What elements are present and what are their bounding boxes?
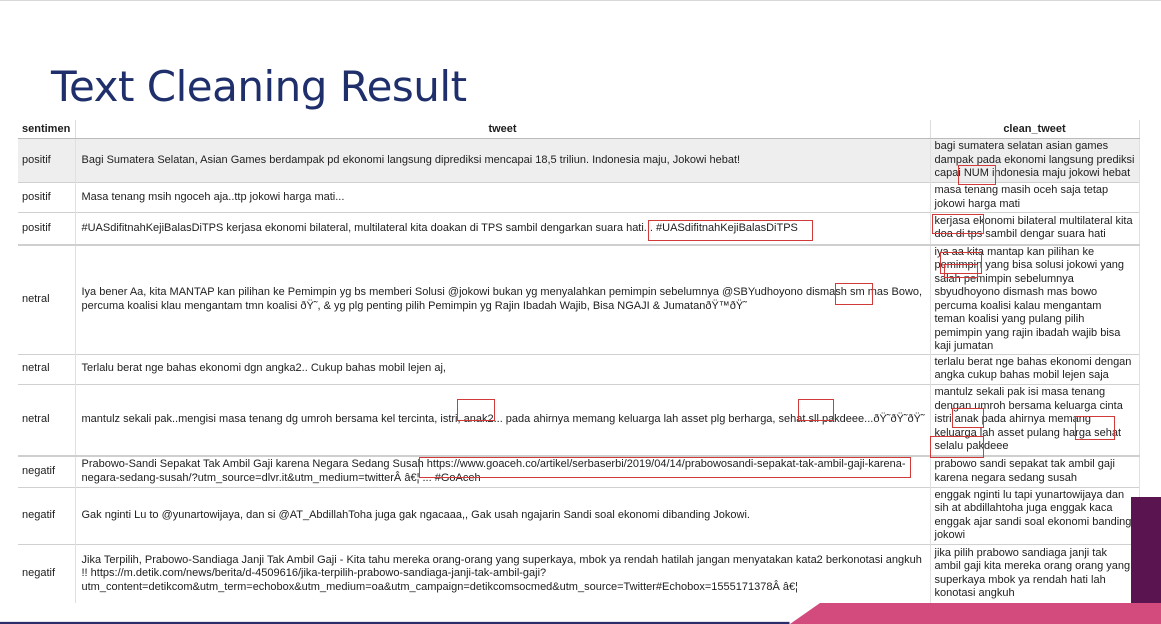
cell-clean-tweet: jika pilih prabowo sandiaga janji tak am… [930,543,1140,603]
cell-tweet: Bagi Sumatera Selatan, Asian Games berda… [75,138,931,183]
table-row: netral Terlalu berat nge bahas ekonomi d… [18,353,1140,384]
table-row: negatif Gak nginti Lu to @yunartowijaya,… [18,486,1140,544]
table-row: positif Masa tenang msih ngoceh aja..ttp… [18,182,1140,213]
cell-sentimen: netral [18,353,76,384]
slide-title: Text Cleaning Result [51,62,467,111]
header-sentimen: sentimen [18,120,76,139]
cell-tweet: Iya bener Aa, kita MANTAP kan pilihan ke… [75,243,931,354]
cell-tweet: Masa tenang msih ngoceh aja..ttp jokowi … [75,182,931,213]
highlight-anak [952,408,984,428]
cell-sentimen: positif [18,212,76,245]
header-tweet: tweet [75,120,931,139]
cell-sentimen: negatif [18,486,76,544]
highlight-sm-mas [835,283,873,305]
highlight-sll [798,399,834,421]
cell-sentimen: negatif [18,455,76,487]
cell-clean-tweet: enggak nginti lu tapi yunartowijaya dan … [930,486,1140,544]
cell-sentimen: netral [18,243,76,354]
cell-tweet: Jika Terpilih, Prabowo-Sandiaga Janji Ta… [75,543,931,603]
highlight-num-token [958,165,996,185]
highlight-pemimpin [944,264,978,278]
highlight-pakdeee [930,436,984,458]
highlight-memang-keluarga [1075,416,1115,440]
highlight-kerjasa [932,214,984,234]
highlight-url [419,457,911,478]
cell-tweet: Terlalu berat nge bahas ekonomi dgn angk… [75,353,931,384]
cell-tweet: Gak nginti Lu to @yunartowijaya, dan si … [75,486,931,544]
highlight-hashtag-repeat [648,220,813,241]
top-divider [0,0,1161,1]
cleaning-result-table: sentimen tweet clean_tweet positif Bagi … [18,120,1140,603]
cell-clean-tweet: terlalu berat nge bahas ekonomi dengan a… [930,353,1140,384]
header-clean-tweet: clean_tweet [930,120,1140,139]
highlight-anak2 [457,399,495,421]
cell-clean-tweet: prabowo sandi sepakat tak ambil gaji kar… [930,455,1140,487]
footer-accent-band [790,603,1161,624]
cell-sentimen: netral [18,383,76,456]
cell-sentimen: positif [18,138,76,183]
cell-sentimen: negatif [18,543,76,603]
table-row: negatif Jika Terpilih, Prabowo-Sandiaga … [18,543,1140,603]
cell-clean-tweet: masa tenang masih oceh saja tetap jokowi… [930,182,1140,213]
table-header-row: sentimen tweet clean_tweet [18,120,1140,139]
cell-sentimen: positif [18,182,76,213]
